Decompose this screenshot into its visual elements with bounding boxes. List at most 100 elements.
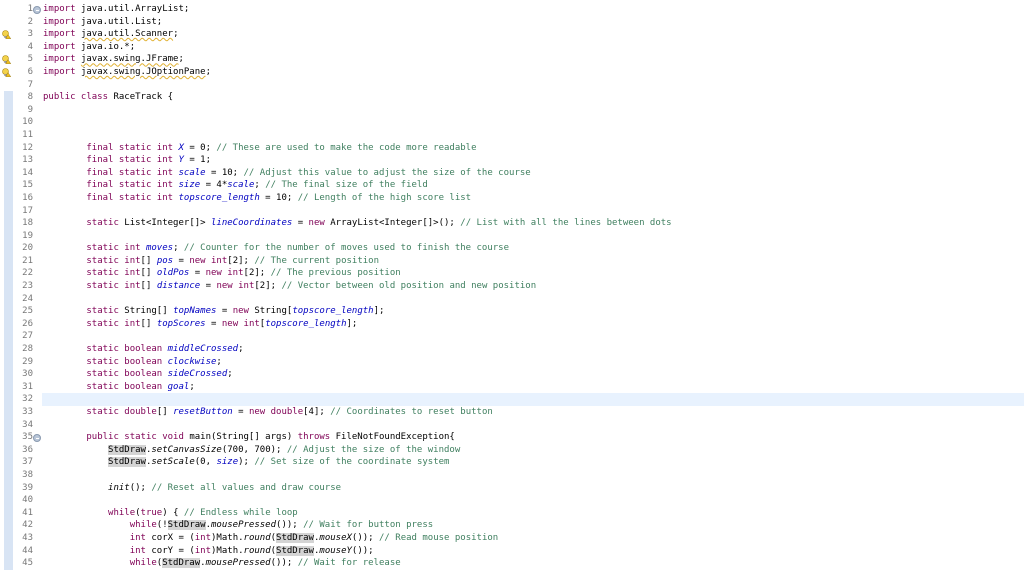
- warning-lightbulb-icon[interactable]: [2, 68, 11, 77]
- line-code[interactable]: import javax.swing.JFrame;: [42, 53, 1024, 66]
- line-code[interactable]: while(true) { // Endless while loop: [42, 507, 1024, 520]
- code-editor[interactable]: 1 import java.util.ArrayList; 2 import java…: [0, 3, 1024, 570]
- line-code[interactable]: static List<Integer[]> lineCoordinates =…: [42, 217, 1024, 230]
- code-line[interactable]: 10: [0, 116, 1024, 129]
- code-line[interactable]: 27: [0, 330, 1024, 344]
- line-code[interactable]: [42, 469, 1024, 482]
- code-line[interactable]: 28 static boolean middleCrossed;: [0, 343, 1024, 356]
- code-token: [2];: [227, 255, 255, 266]
- line-code[interactable]: [42, 205, 1024, 218]
- line-code[interactable]: static String[] topNames = new String[to…: [42, 305, 1024, 318]
- code-line[interactable]: 8 public class RaceTrack {: [0, 91, 1024, 104]
- code-line[interactable]: 23 static int[] distance = new int[2]; /…: [0, 280, 1024, 293]
- code-line[interactable]: 29 static boolean clockwise;: [0, 355, 1024, 369]
- code-line[interactable]: 43 int corX = (int)Math.round(StdDraw.mo…: [0, 531, 1024, 545]
- line-code[interactable]: [42, 116, 1024, 129]
- line-code[interactable]: StdDraw.setCanvasSize(700, 700); // Adju…: [42, 444, 1024, 457]
- line-code[interactable]: static double[] resetButton = new double…: [42, 406, 1024, 419]
- line-code[interactable]: [42, 129, 1024, 142]
- line-code[interactable]: [42, 104, 1024, 117]
- code-line[interactable]: 20 static int moves; // Counter for the …: [0, 242, 1024, 255]
- field-token: size: [216, 457, 239, 468]
- code-line[interactable]: 36 StdDraw.setCanvasSize(700, 700); // A…: [0, 443, 1024, 457]
- code-line[interactable]: 13 final static int Y = 1;: [0, 154, 1024, 167]
- code-line[interactable]: 30 static boolean sideCrossed;: [0, 368, 1024, 381]
- code-line[interactable]: 5 import javax.swing.JFrame;: [0, 53, 1024, 66]
- warning-lightbulb-icon[interactable]: [2, 30, 11, 40]
- line-code[interactable]: import java.util.List;: [42, 16, 1024, 29]
- code-token: ) {: [162, 507, 184, 518]
- line-code[interactable]: static boolean goal;: [42, 381, 1024, 394]
- code-line[interactable]: 41 while(true) { // Endless while loop: [0, 506, 1024, 520]
- line-code[interactable]: final static int size = 4*scale; // The …: [42, 179, 1024, 192]
- scope-indicator: [4, 128, 13, 142]
- line-code[interactable]: static int[] topScores = new int[topscor…: [42, 318, 1024, 331]
- line-code[interactable]: final static int topscore_length = 10; /…: [42, 192, 1024, 205]
- code-line[interactable]: 38: [0, 468, 1024, 482]
- line-code[interactable]: static boolean middleCrossed;: [42, 343, 1024, 356]
- code-line[interactable]: 37 StdDraw.setScale(0, size); // Set siz…: [0, 456, 1024, 469]
- line-code[interactable]: [42, 494, 1024, 507]
- line-code[interactable]: final static int X = 0; // These are use…: [42, 142, 1024, 155]
- line-code[interactable]: static int[] oldPos = new int[2]; // The…: [42, 267, 1024, 280]
- line-code[interactable]: [42, 293, 1024, 306]
- code-line[interactable]: 25 static String[] topNames = new String…: [0, 305, 1024, 318]
- code-line[interactable]: 31 static boolean goal;: [0, 380, 1024, 394]
- fold-collapse-icon[interactable]: [33, 6, 41, 14]
- code-line[interactable]: 35 public static void main(String[] args…: [0, 431, 1024, 444]
- code-line[interactable]: 40: [0, 494, 1024, 507]
- code-line[interactable]: 39 init(); // Reset all values and draw …: [0, 481, 1024, 495]
- code-line[interactable]: 18 static List<Integer[]> lineCoordinate…: [0, 217, 1024, 230]
- line-code[interactable]: final static int Y = 1;: [42, 154, 1024, 167]
- code-line[interactable]: 45 while(StdDraw.mousePressed()); // Wai…: [0, 557, 1024, 570]
- code-line[interactable]: 11: [0, 128, 1024, 142]
- line-code[interactable]: static int moves; // Counter for the num…: [42, 242, 1024, 255]
- line-code[interactable]: StdDraw.setScale(0, size); // Set size o…: [42, 456, 1024, 469]
- code-line[interactable]: 44 int corY = (int)Math.round(StdDraw.mo…: [0, 544, 1024, 558]
- code-line[interactable]: 19: [0, 229, 1024, 243]
- code-line[interactable]: 15 final static int size = 4*scale; // T…: [0, 179, 1024, 192]
- line-code[interactable]: [42, 230, 1024, 243]
- code-line[interactable]: 12 final static int X = 0; // These are …: [0, 141, 1024, 155]
- line-code[interactable]: import java.util.Scanner;: [42, 28, 1024, 41]
- code-line[interactable]: 21 static int[] pos = new int[2]; // The…: [0, 254, 1024, 268]
- line-code[interactable]: while(!StdDraw.mousePressed()); // Wait …: [42, 519, 1024, 532]
- line-code[interactable]: [42, 330, 1024, 343]
- code-line[interactable]: 16 final static int topscore_length = 10…: [0, 191, 1024, 205]
- warning-lightbulb-icon[interactable]: [2, 55, 11, 65]
- line-code[interactable]: public class RaceTrack {: [42, 91, 1024, 104]
- code-line[interactable]: 26 static int[] topScores = new int[tops…: [0, 317, 1024, 331]
- code-line[interactable]: 34: [0, 418, 1024, 432]
- line-code[interactable]: final static int scale = 10; // Adjust t…: [42, 167, 1024, 180]
- code-line[interactable]: 3 import java.util.Scanner;: [0, 28, 1024, 41]
- line-code[interactable]: static boolean sideCrossed;: [42, 368, 1024, 381]
- code-line[interactable]: 24: [0, 292, 1024, 306]
- line-code[interactable]: static boolean clockwise;: [42, 356, 1024, 369]
- code-line[interactable]: 14 final static int scale = 10; // Adjus…: [0, 166, 1024, 180]
- code-line[interactable]: 1 import java.util.ArrayList;: [0, 3, 1024, 16]
- fold-collapse-icon[interactable]: [33, 434, 41, 443]
- line-code[interactable]: import java.util.ArrayList;: [42, 3, 1024, 16]
- code-line[interactable]: 7: [0, 79, 1024, 92]
- code-line[interactable]: 33 static double[] resetButton = new dou…: [0, 406, 1024, 419]
- code-line[interactable]: 22 static int[] oldPos = new int[2]; // …: [0, 267, 1024, 281]
- line-code[interactable]: public static void main(String[] args) t…: [42, 431, 1024, 444]
- line-code[interactable]: static int[] distance = new int[2]; // V…: [42, 280, 1024, 293]
- line-code[interactable]: static int[] pos = new int[2]; // The cu…: [42, 255, 1024, 268]
- code-line[interactable]: 42 while(!StdDraw.mousePressed()); // Wa…: [0, 519, 1024, 532]
- line-code[interactable]: while(StdDraw.mousePressed()); // Wait f…: [42, 557, 1024, 570]
- line-code[interactable]: int corY = (int)Math.round(StdDraw.mouse…: [42, 545, 1024, 558]
- code-line[interactable]: 17: [0, 204, 1024, 218]
- code-line[interactable]: 6 import javax.swing.JOptionPane;: [0, 66, 1024, 79]
- code-line[interactable]: 9: [0, 103, 1024, 117]
- line-code[interactable]: int corX = (int)Math.round(StdDraw.mouse…: [42, 532, 1024, 545]
- code-line[interactable]: 2 import java.util.List;: [0, 16, 1024, 29]
- line-code[interactable]: import javax.swing.JOptionPane;: [42, 66, 1024, 79]
- line-code[interactable]: [42, 419, 1024, 432]
- line-code[interactable]: init(); // Reset all values and draw cou…: [42, 482, 1024, 495]
- code-line[interactable]: 4 import java.io.*;: [0, 41, 1024, 54]
- line-code[interactable]: import java.io.*;: [42, 41, 1024, 54]
- line-code[interactable]: [42, 393, 1024, 406]
- code-line[interactable]: 32: [0, 393, 1024, 406]
- line-code[interactable]: [42, 79, 1024, 92]
